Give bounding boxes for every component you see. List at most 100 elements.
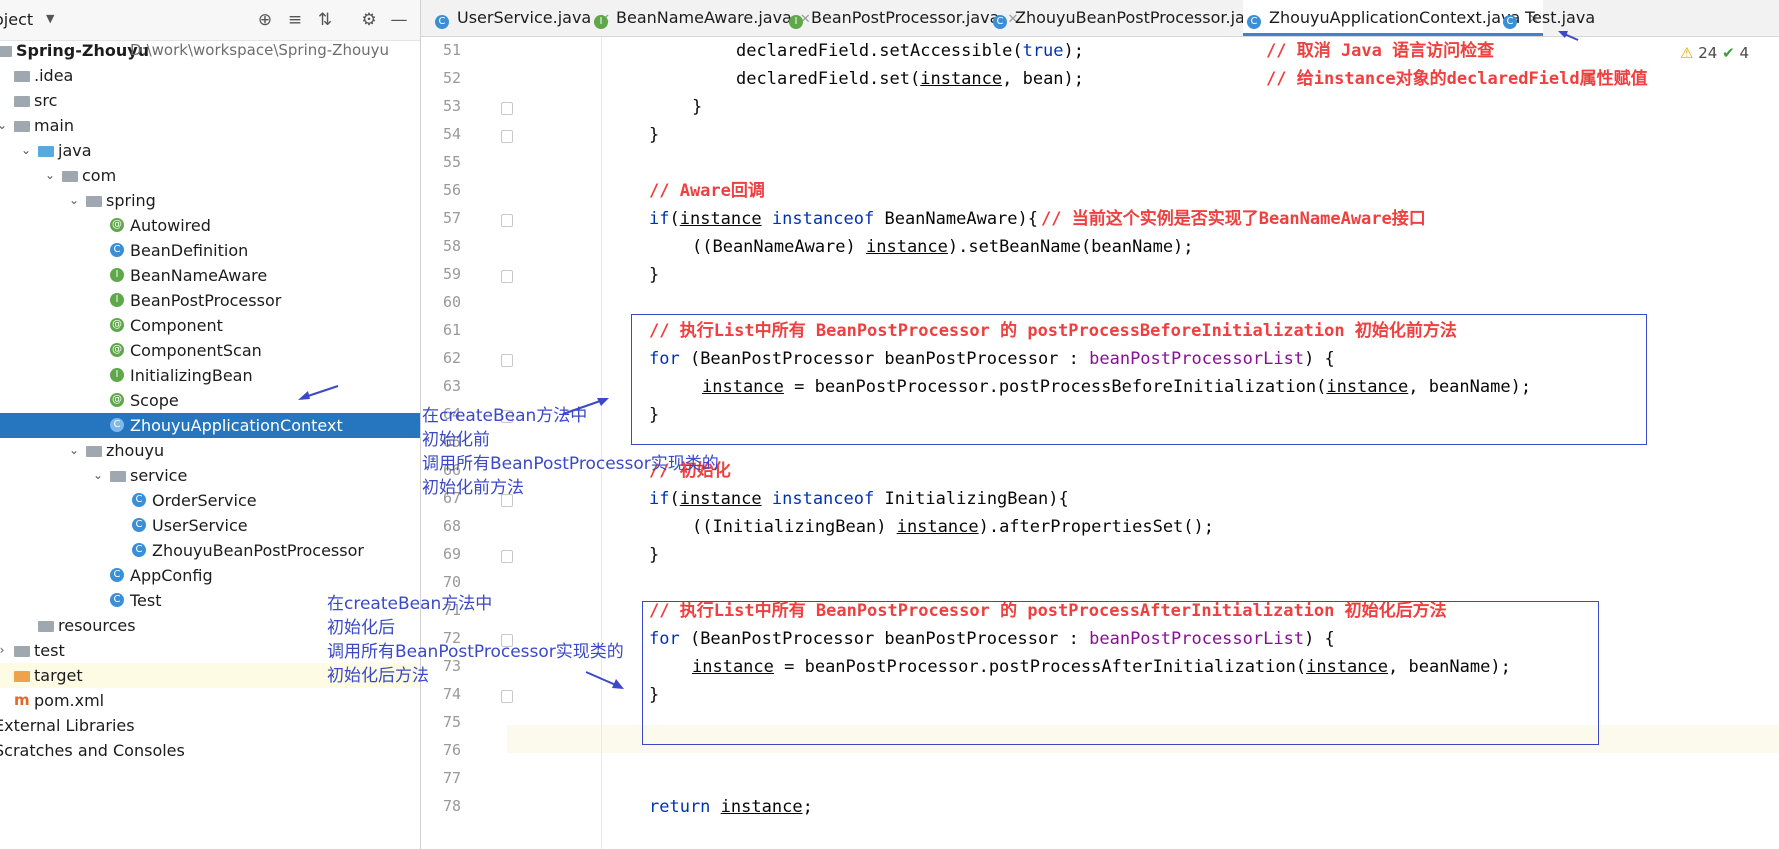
tree-item-label: service — [130, 466, 188, 485]
annotation-icon: @ — [110, 343, 124, 357]
tree-item-appconfig[interactable]: C AppConfig — [0, 563, 420, 588]
chevron-down-icon[interactable]: ⌄ — [92, 463, 104, 488]
tree-item-label: BeanPostProcessor — [130, 291, 282, 310]
collapse-all-icon[interactable]: ⇅ — [314, 9, 336, 31]
chevron-down-icon[interactable]: ⌄ — [68, 188, 80, 213]
after-init-highlight-box — [642, 601, 1599, 745]
class-icon: C — [993, 15, 1007, 29]
tree-item-scope[interactable]: @ Scope — [0, 388, 420, 413]
chevron-right-icon[interactable]: › — [0, 638, 8, 663]
tree-item-zhouyubeanpostprocessor[interactable]: C ZhouyuBeanPostProcessor — [0, 538, 420, 563]
tree-item-autowired[interactable]: @ Autowired — [0, 213, 420, 238]
chevron-down-icon[interactable]: ⌄ — [20, 138, 32, 163]
code-line-52: declaredField.set(instance, bean); — [736, 69, 1085, 89]
tree-item-src[interactable]: src — [0, 88, 420, 113]
arrow-to-after-box-icon — [585, 671, 624, 689]
tree-item-label: Scratches and Consoles — [0, 741, 185, 760]
fold-icon[interactable] — [501, 270, 513, 283]
project-view-selector[interactable]: oject — [0, 10, 33, 29]
tree-item-label: pom.xml — [34, 691, 105, 710]
code-line-78: return instance; — [649, 797, 813, 817]
line-number: 55 — [442, 153, 461, 171]
code-comment-52: // 给instance对象的declaredField属性赋值 — [1266, 69, 1648, 89]
tab-beanpostprocessor-java[interactable]: I BeanPostProcessor.java ✕ — [785, 0, 1022, 36]
tree-item-spring-zhouyu[interactable]: Spring-Zhouyu D:\work\workspace\Spring-Zh… — [0, 38, 420, 63]
tab-beannameaware-java[interactable]: I BeanNameAware.java ✕ — [590, 0, 815, 36]
line-number: 56 — [442, 181, 461, 199]
expand-all-icon[interactable]: ≡ — [284, 9, 306, 31]
folder-icon — [14, 71, 30, 82]
tree-item-label: ZhouyuApplicationContext — [130, 416, 343, 435]
tree-item-external-libraries[interactable]: External Libraries — [0, 713, 420, 738]
module-path: D:\work\workspace\Spring-Zhouyu — [130, 41, 390, 59]
chevron-down-icon[interactable]: ⌄ — [68, 438, 80, 463]
class-icon: C — [132, 493, 146, 507]
package-icon — [62, 171, 78, 182]
tree-item-initializingbean[interactable]: I InitializingBean — [0, 363, 420, 388]
tree-item-component[interactable]: @ Component — [0, 313, 420, 338]
code-line-69: } — [649, 545, 660, 565]
annotation-line: 调用所有BeanPostProcessor实现类的 — [422, 454, 719, 474]
annotation-line: 初始化后 — [327, 618, 395, 638]
class-icon: C — [132, 543, 146, 557]
tree-item-scratches-and-consoles[interactable]: Scratches and Consoles — [0, 738, 420, 763]
chevron-down-icon[interactable]: ⌄ — [44, 163, 56, 188]
annotation-icon: @ — [110, 393, 124, 407]
chevron-down-icon[interactable]: ▼ — [46, 12, 54, 25]
package-icon — [86, 196, 102, 207]
tree-item-main[interactable]: ⌄ main — [0, 113, 420, 138]
fold-icon[interactable] — [501, 354, 513, 367]
line-number: 57 — [442, 209, 461, 227]
tree-item-label: com — [82, 166, 117, 185]
fold-icon[interactable] — [501, 102, 513, 115]
tree-item-userservice[interactable]: C UserService — [0, 513, 420, 538]
code-line-59: } — [649, 265, 660, 285]
line-number: 60 — [442, 293, 461, 311]
tree-item-pom-xml[interactable]: m pom.xml — [0, 688, 420, 713]
tree-item-label: spring — [106, 191, 156, 210]
tab-label: BeanPostProcessor.java — [811, 8, 1000, 27]
line-number: 54 — [442, 125, 461, 143]
settings-icon[interactable]: ⚙ — [358, 9, 380, 31]
tree-item-label: AppConfig — [130, 566, 213, 585]
tab-userservice-java[interactable]: CUserService.java✕ — [431, 0, 614, 36]
fold-icon[interactable] — [501, 550, 513, 563]
tree-item-beannameaware[interactable]: I BeanNameAware — [0, 263, 420, 288]
locate-icon[interactable]: ⊕ — [254, 9, 276, 31]
module-icon — [0, 46, 12, 57]
folder-icon — [14, 121, 30, 132]
tree-item-orderservice[interactable]: C OrderService — [0, 488, 420, 513]
tree-item-beanpostprocessor[interactable]: I BeanPostProcessor — [0, 288, 420, 313]
code-line-54: } — [649, 125, 660, 145]
fold-icon[interactable] — [501, 214, 513, 227]
tree-item-zhouyuapplicationcontext[interactable]: C ZhouyuApplicationContext — [0, 413, 420, 438]
tab-test-java[interactable]: C Test.java — [1499, 0, 1599, 36]
line-number: 75 — [442, 713, 461, 731]
source-folder-icon — [38, 146, 54, 157]
tree-item-componentscan[interactable]: @ ComponentScan — [0, 338, 420, 363]
tree-item-label: Autowired — [130, 216, 211, 235]
tree-item-service[interactable]: ⌄ service — [0, 463, 420, 488]
fold-icon[interactable] — [501, 690, 513, 703]
tree-item-com[interactable]: ⌄ com — [0, 163, 420, 188]
tree-item-label: java — [58, 141, 92, 160]
warning-count: 24 — [1698, 44, 1718, 62]
line-number: 69 — [442, 545, 461, 563]
hide-icon[interactable]: — — [388, 9, 410, 31]
project-toolbar: oject ▼ ⊕ ≡ ⇅ ⚙ — — [0, 0, 420, 41]
line-number: 68 — [442, 517, 461, 535]
arrow-to-active-tab-icon — [1558, 31, 1579, 41]
tree-item-zhouyu[interactable]: ⌄ zhouyu — [0, 438, 420, 463]
tree-item-beandefinition[interactable]: C BeanDefinition — [0, 238, 420, 263]
arrow-to-before-box-icon — [562, 398, 609, 415]
tree-item-spring[interactable]: ⌄ spring — [0, 188, 420, 213]
tree-item-label: ComponentScan — [130, 341, 262, 360]
tree-item--idea[interactable]: .idea — [0, 63, 420, 88]
check-icon: ✔ — [1722, 44, 1735, 62]
interface-icon: I — [594, 15, 608, 29]
tree-item-java[interactable]: ⌄ java — [0, 138, 420, 163]
fold-icon[interactable] — [501, 130, 513, 143]
inspection-widget[interactable]: ⚠ 24 ✔ 4 — [1680, 44, 1749, 62]
line-number: 77 — [442, 769, 461, 787]
chevron-down-icon[interactable]: ⌄ — [0, 113, 8, 138]
